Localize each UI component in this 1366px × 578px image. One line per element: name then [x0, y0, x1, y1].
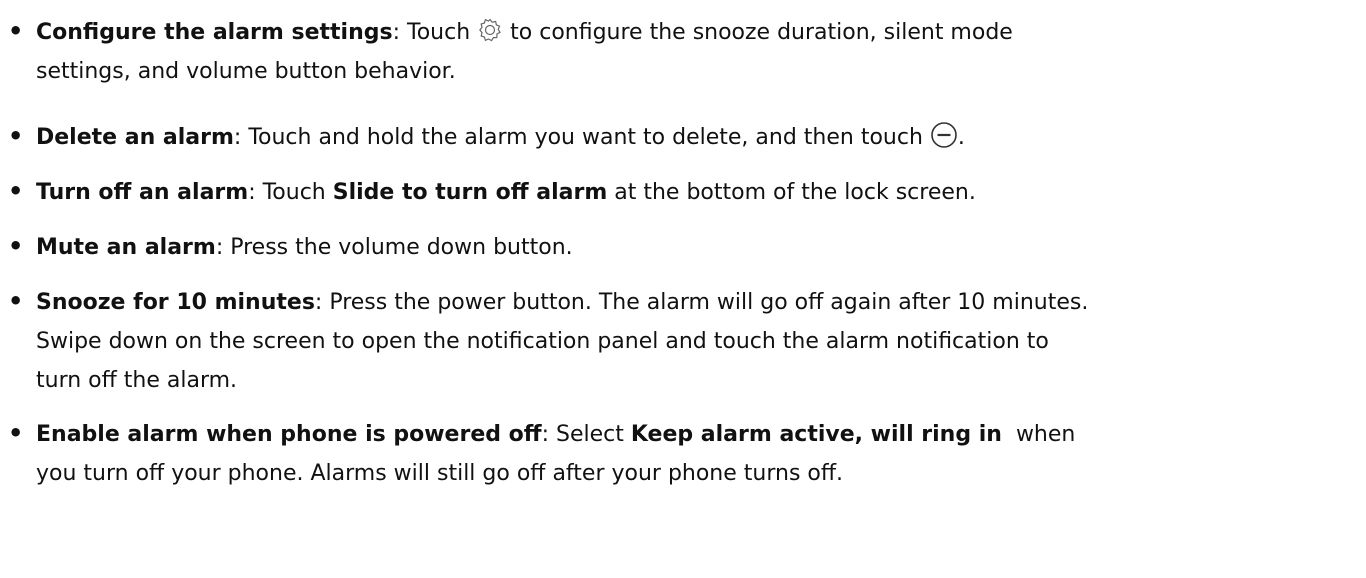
item-text: . — [957, 125, 965, 150]
list-item-configure-alarm-settings: • Configure the alarm settings: Touch to … — [8, 12, 1358, 91]
list-item-line: Swipe down on the screen to open the not… — [36, 329, 1049, 354]
list-item-line: settings, and volume button behavior. — [36, 59, 456, 84]
item-text: Select — [556, 422, 631, 447]
item-title: Delete an alarm — [36, 125, 234, 150]
gear-icon — [477, 17, 503, 43]
separator: : — [314, 290, 330, 315]
separator: : — [541, 422, 556, 447]
bullet: • — [8, 232, 24, 260]
list-item-turn-off-alarm: • Turn off an alarm: Touch Slide to turn … — [8, 172, 1358, 212]
item-text: Press the volume down button. — [230, 235, 573, 260]
list-item-line: • Mute an alarm: Press the volume down bu… — [8, 227, 1358, 267]
item-text: Touch — [262, 180, 333, 205]
list-item-line: • Configure the alarm settings: Touch to … — [8, 12, 1358, 52]
item-title: Snooze for 10 minutes — [36, 290, 315, 315]
list-item-enable-alarm-powered-off: • Enable alarm when phone is powered off:… — [8, 414, 1358, 493]
item-bold-text: Keep alarm active, will ring in — [630, 422, 1002, 447]
minus-circle-icon — [930, 121, 958, 149]
list-item-line: • Turn off an alarm: Touch Slide to turn … — [8, 172, 1358, 212]
bullet: • — [8, 419, 24, 447]
bullet: • — [8, 122, 24, 150]
item-text: at the bottom of the lock screen. — [607, 180, 976, 205]
list-item-line: turn off the alarm. — [36, 368, 238, 393]
item-text: Press the power button. The alarm will g… — [329, 290, 1089, 315]
list-item-line: you turn off your phone. Alarms will sti… — [36, 461, 844, 486]
bullet: • — [8, 17, 24, 45]
list-item-delete-alarm: • Delete an alarm: Touch and hold the ala… — [8, 117, 1358, 157]
bullet: • — [8, 177, 24, 205]
item-bold-text: Slide to turn off alarm — [332, 180, 608, 205]
list-item-line: • Delete an alarm: Touch and hold the ala… — [8, 117, 1358, 157]
bullet: • — [8, 287, 24, 315]
list-item-snooze: • Snooze for 10 minutes: Press the power … — [8, 282, 1358, 400]
separator: : — [248, 180, 263, 205]
item-title: Configure the alarm settings — [36, 20, 393, 45]
item-text: to configure the snooze duration, silent… — [510, 20, 1013, 45]
separator: : — [233, 125, 249, 150]
list-item-line: • Snooze for 10 minutes: Press the power … — [8, 282, 1358, 322]
item-title: Enable alarm when phone is powered off — [36, 422, 542, 447]
list-item-line: • Enable alarm when phone is powered off:… — [8, 414, 1358, 454]
item-title: Turn off an alarm — [36, 180, 249, 205]
separator: : — [215, 235, 231, 260]
item-title: Mute an alarm — [36, 235, 216, 260]
item-text: Touch — [407, 20, 471, 45]
item-text: Touch and hold the alarm you want to del… — [248, 125, 923, 150]
list-item-mute-alarm: • Mute an alarm: Press the volume down bu… — [8, 227, 1358, 267]
item-text: when — [1001, 422, 1076, 447]
separator: : — [392, 20, 407, 45]
